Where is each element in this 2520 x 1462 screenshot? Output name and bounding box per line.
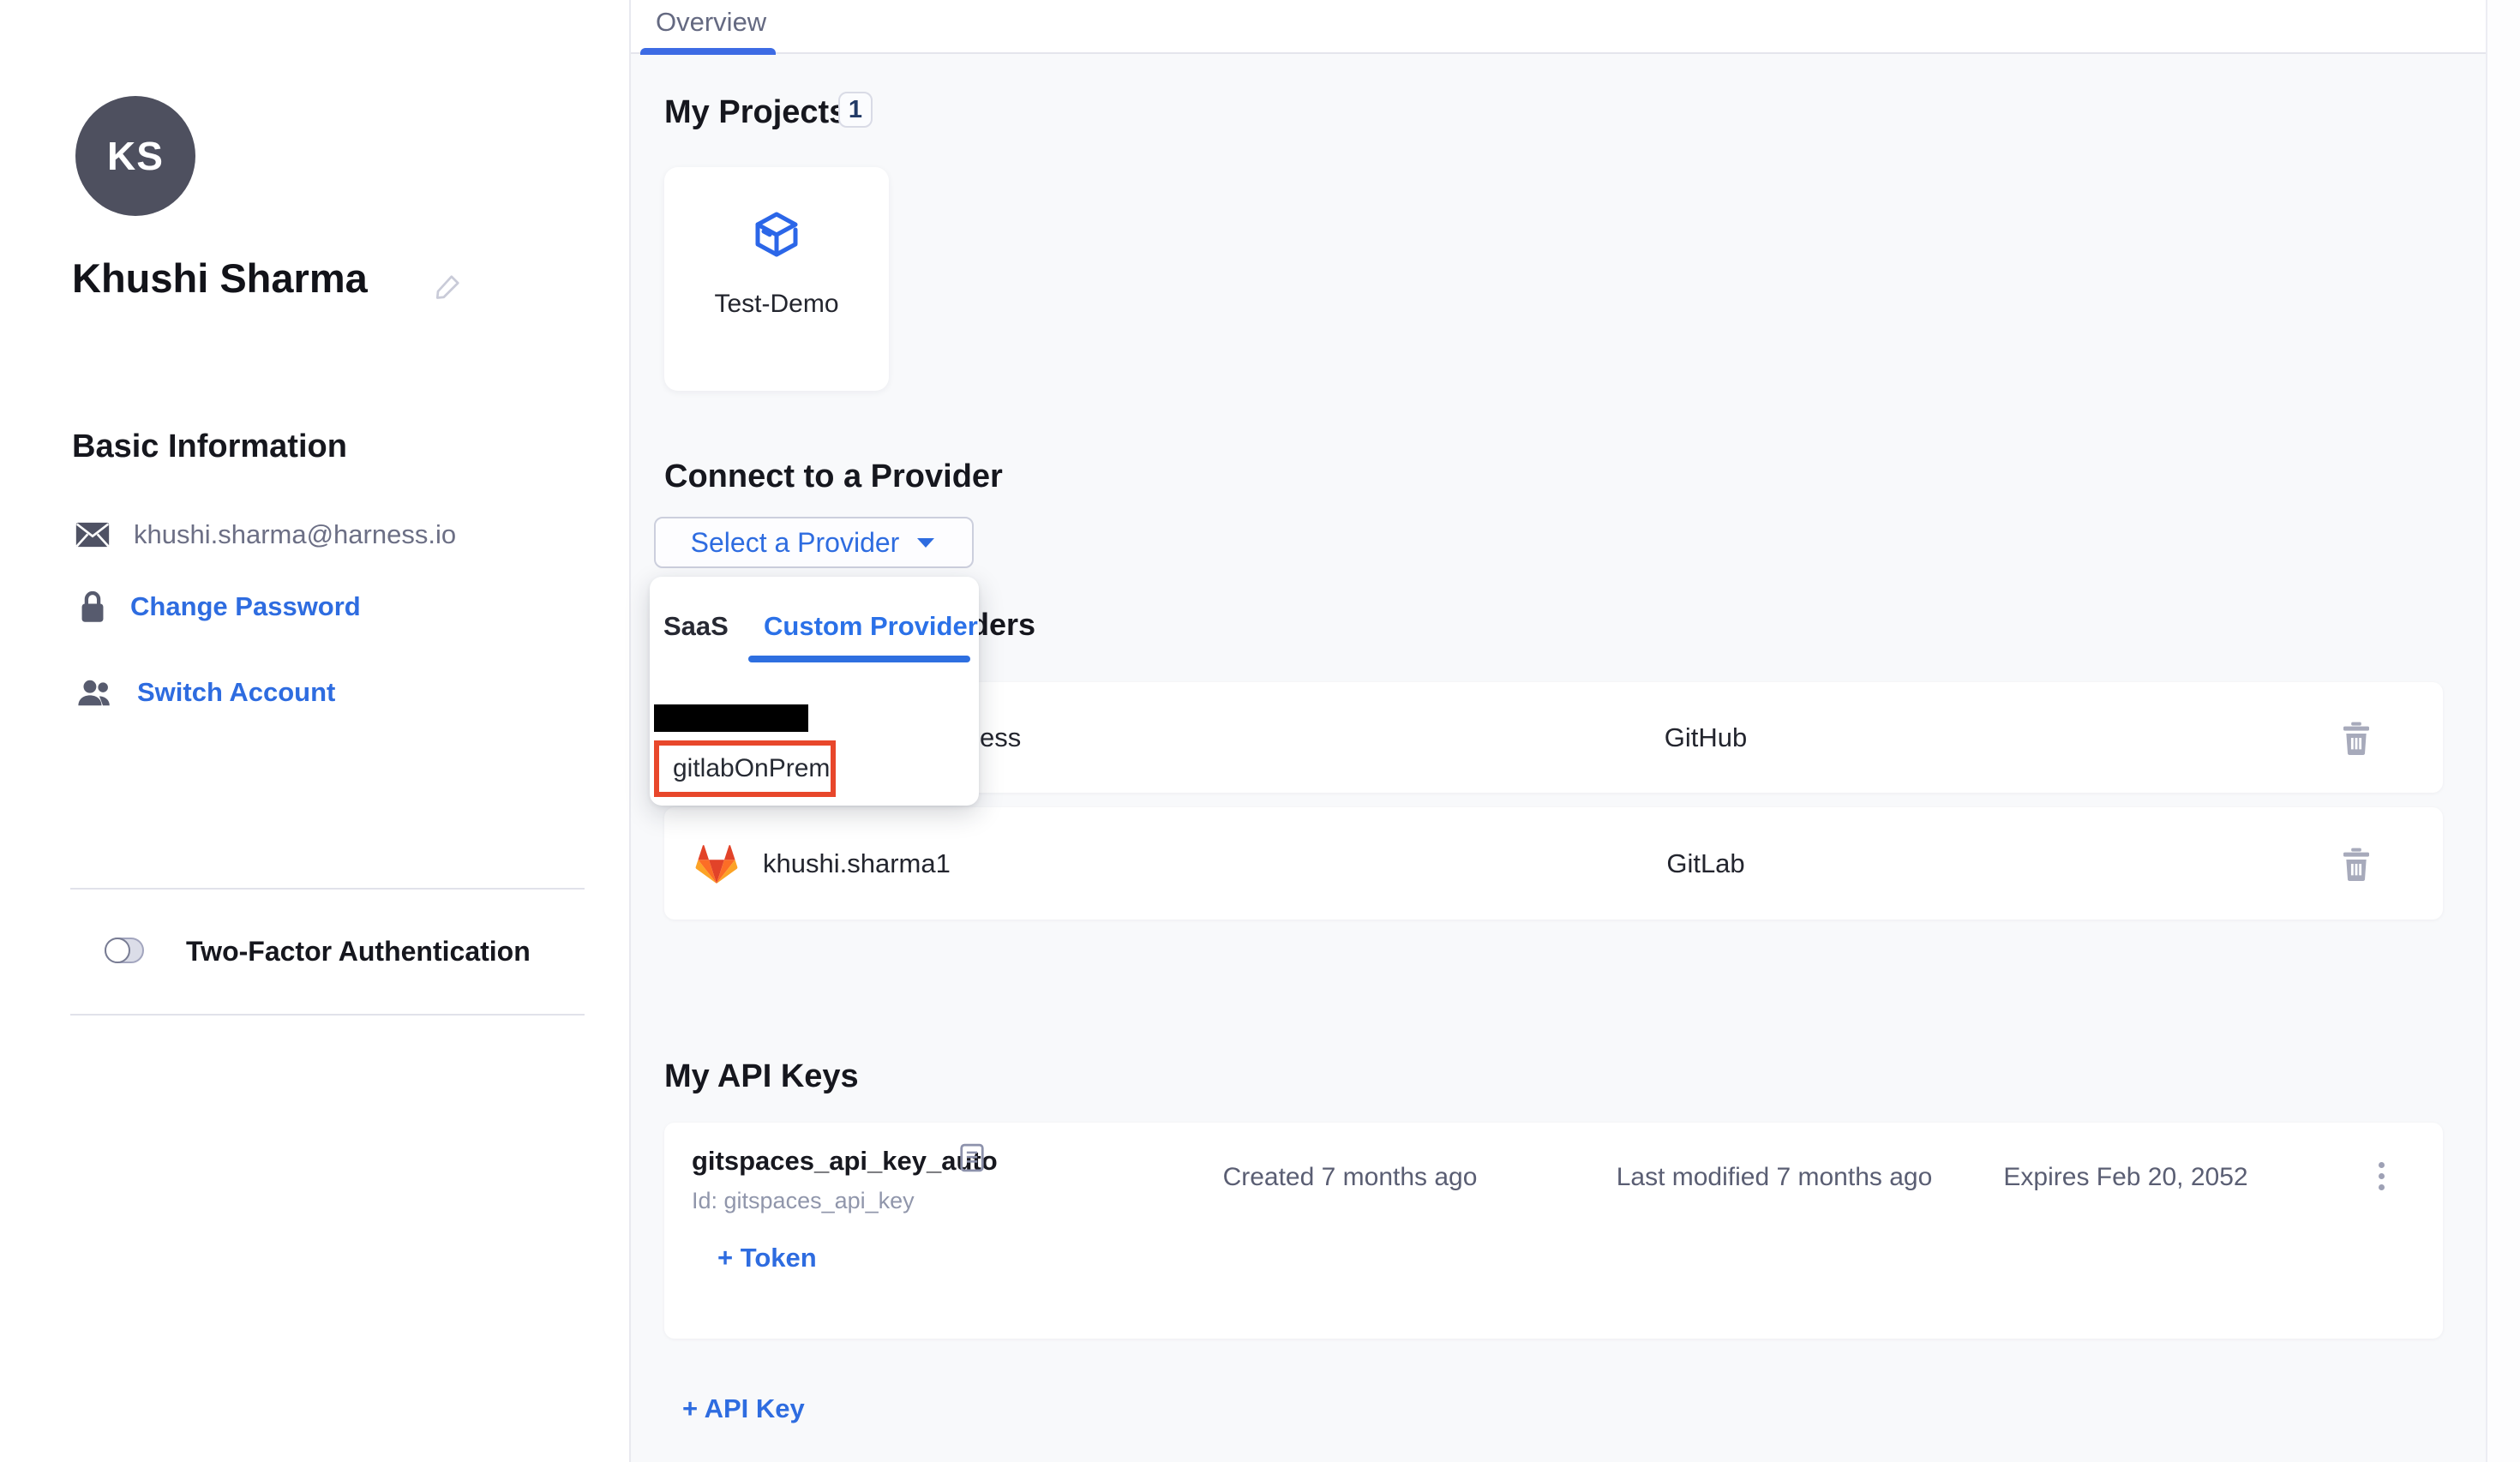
- change-password-row: Change Password: [79, 590, 361, 624]
- user-name: Khushi Sharma: [72, 255, 368, 302]
- provider-name: khushi.sharma1: [763, 807, 951, 920]
- envelope-icon: [75, 522, 110, 548]
- toggle-knob: [105, 938, 130, 963]
- change-password-link[interactable]: Change Password: [130, 591, 361, 622]
- provider-name-fragment: ess: [980, 682, 1021, 793]
- provider-dropdown-panel: SaaS Custom Provider gitlabOnPrem: [650, 577, 979, 806]
- tab-bar: [631, 0, 2520, 54]
- provider-row-gitlab: khushi.sharma1 GitLab: [664, 807, 2443, 920]
- cube-icon: [753, 210, 801, 258]
- api-key-name: gitspaces_api_key_auto: [692, 1146, 998, 1177]
- two-factor-toggle[interactable]: [105, 938, 144, 963]
- kebab-icon: [2379, 1184, 2385, 1190]
- two-factor-label: Two-Factor Authentication: [186, 936, 531, 968]
- tab-overview[interactable]: Overview: [656, 7, 766, 38]
- api-key-row: gitspaces_api_key_auto Id: gitspaces_api…: [664, 1123, 2443, 1339]
- trash-icon: [2342, 721, 2371, 755]
- copy-icon: [960, 1143, 984, 1172]
- connect-provider-heading: Connect to a Provider: [664, 458, 1003, 495]
- api-key-menu-button[interactable]: [2366, 1148, 2397, 1203]
- add-api-key-link[interactable]: + API Key: [682, 1393, 805, 1424]
- my-projects-heading: My Projects: [664, 94, 847, 131]
- profile-sidebar: KS Khushi Sharma Basic Information khush…: [0, 0, 631, 1462]
- add-token-link[interactable]: + Token: [717, 1243, 817, 1273]
- projects-count-badge: 1: [838, 92, 873, 128]
- delete-provider-button[interactable]: [2337, 807, 2375, 920]
- caret-down-icon: [915, 535, 937, 550]
- divider: [70, 1014, 585, 1016]
- active-tab-underline: [748, 656, 970, 662]
- providers-heading-fragment: ders: [970, 607, 1035, 643]
- divider: [70, 888, 585, 890]
- people-icon: [75, 678, 113, 707]
- avatar: KS: [75, 96, 195, 216]
- kebab-icon: [2379, 1173, 2385, 1179]
- select-provider-label: Select a Provider: [691, 527, 900, 559]
- dropdown-item-gitlabonprem-highlight[interactable]: gitlabOnPrem: [654, 740, 836, 797]
- api-key-modified: Last modified 7 months ago: [1611, 1163, 1937, 1192]
- gitlab-tanuki-icon: [694, 842, 739, 889]
- trash-icon: [2342, 847, 2371, 881]
- pencil-icon: [433, 271, 464, 302]
- email-row: khushi.sharma@harness.io: [75, 519, 456, 550]
- kebab-icon: [2379, 1162, 2385, 1168]
- switch-account-row: Switch Account: [75, 677, 335, 708]
- project-name: Test-Demo: [664, 290, 889, 319]
- api-key-created: Created 7 months ago: [1217, 1163, 1483, 1192]
- api-key-expires: Expires Feb 20, 2052: [1989, 1163, 2263, 1192]
- active-tab-underline: [640, 48, 776, 55]
- user-email: khushi.sharma@harness.io: [134, 519, 456, 550]
- provider-type: GitHub: [1611, 682, 1800, 793]
- basic-information-heading: Basic Information: [72, 428, 347, 465]
- provider-type: GitLab: [1611, 807, 1800, 920]
- api-key-id: Id: gitspaces_api_key: [692, 1188, 915, 1214]
- dropdown-item-label: gitlabOnPrem: [659, 754, 830, 783]
- delete-provider-button[interactable]: [2337, 682, 2375, 793]
- copy-api-key-button[interactable]: [960, 1143, 984, 1177]
- edit-name-button[interactable]: [433, 271, 464, 306]
- tab-saas[interactable]: SaaS: [663, 611, 729, 642]
- my-api-keys-heading: My API Keys: [664, 1058, 859, 1095]
- dropdown-item-redacted[interactable]: [654, 704, 808, 732]
- tab-custom-provider[interactable]: Custom Provider: [764, 611, 978, 642]
- scroll-gutter: [2486, 0, 2520, 1462]
- lock-icon: [79, 590, 106, 624]
- switch-account-link[interactable]: Switch Account: [137, 677, 335, 708]
- project-card-test-demo[interactable]: Test-Demo: [664, 167, 889, 391]
- select-provider-button[interactable]: Select a Provider: [654, 517, 974, 568]
